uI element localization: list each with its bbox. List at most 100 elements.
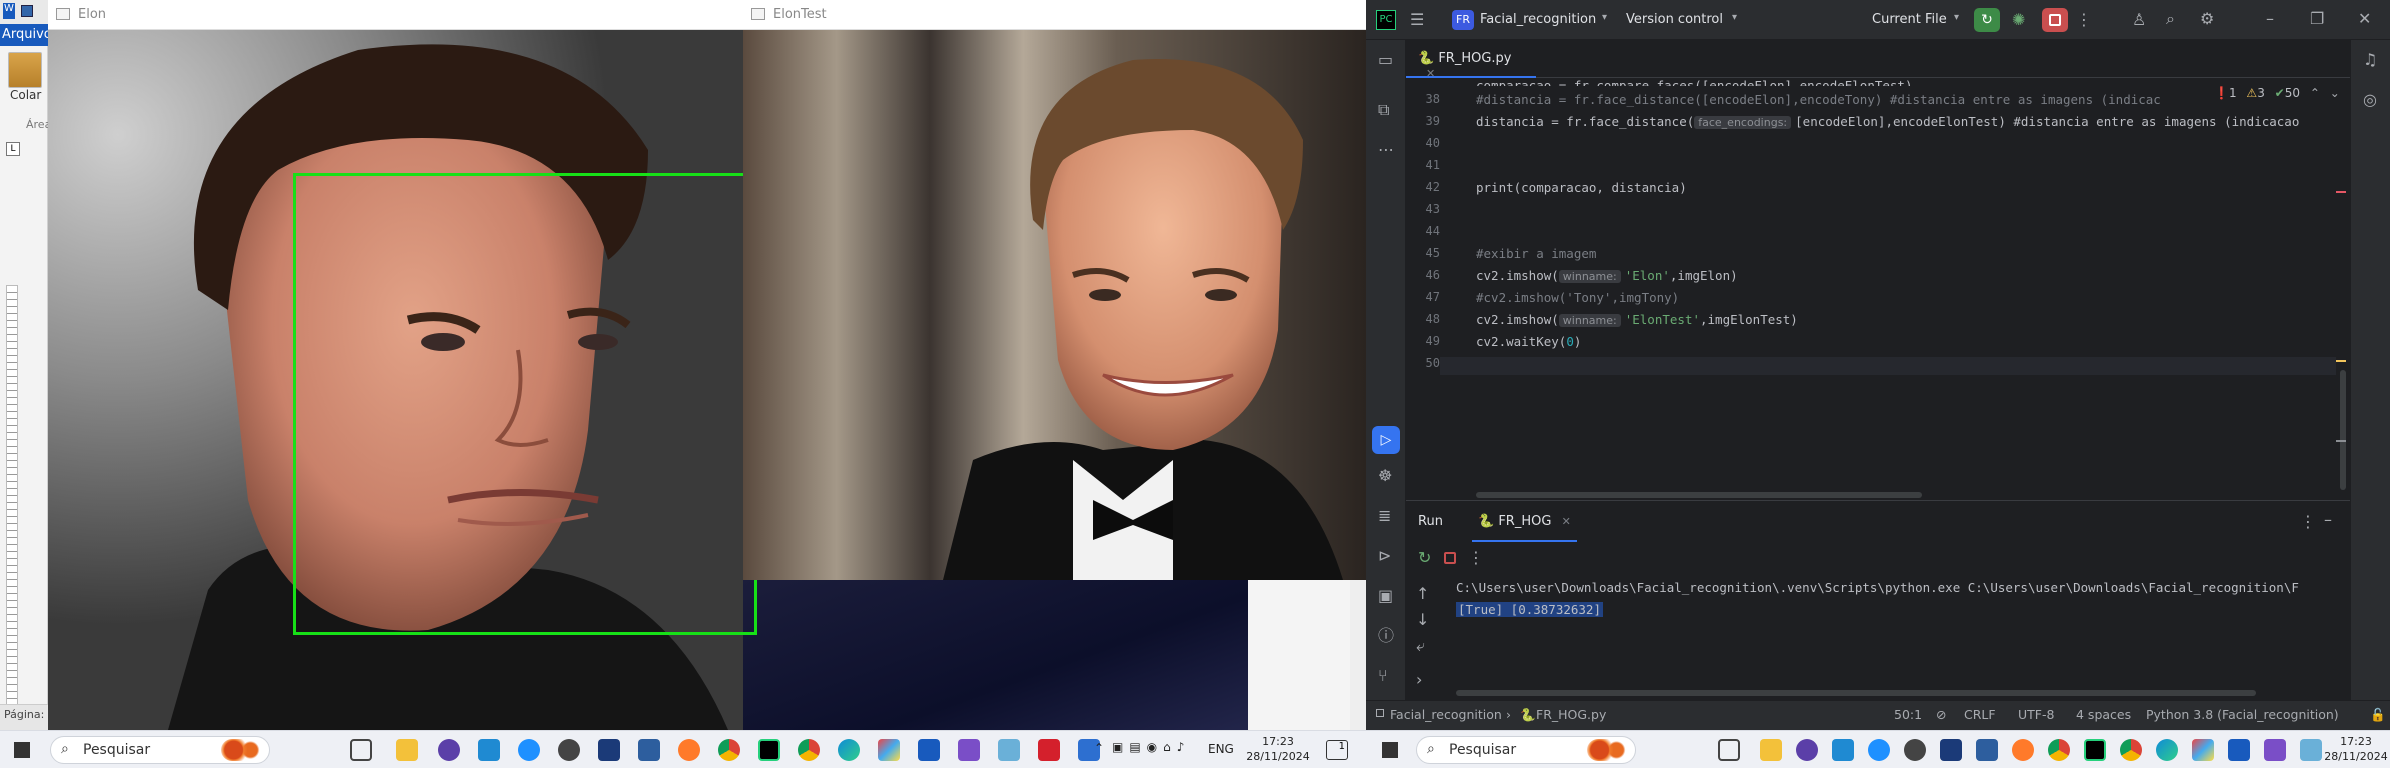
vscode-icon[interactable] bbox=[478, 739, 500, 761]
line-number[interactable]: 42 bbox=[1406, 180, 1440, 194]
line-number[interactable]: 38 bbox=[1406, 92, 1440, 106]
app-icon[interactable] bbox=[1796, 739, 1818, 761]
app-icon[interactable] bbox=[1940, 739, 1962, 761]
debug-icon[interactable]: ✺ bbox=[2012, 10, 2025, 29]
line-number[interactable]: 50 bbox=[1406, 356, 1440, 370]
code-line[interactable]: #distancia = fr.face_distance([encodeElo… bbox=[1476, 92, 2161, 107]
line-number[interactable]: 45 bbox=[1406, 246, 1440, 260]
chrome-icon[interactable] bbox=[2048, 739, 2070, 761]
line-number[interactable]: 46 bbox=[1406, 268, 1440, 282]
task-view-icon[interactable] bbox=[1718, 739, 1740, 761]
app-icon[interactable] bbox=[518, 739, 540, 761]
code-line[interactable]: cv2.waitKey(0) bbox=[1476, 334, 1581, 349]
more-run-options-icon[interactable]: ⋮ bbox=[1468, 550, 1484, 566]
notifications-bell-icon[interactable]: ♫ bbox=[2363, 52, 2377, 68]
app-icon[interactable] bbox=[2012, 739, 2034, 761]
terminal-icon[interactable]: ▣ bbox=[1378, 588, 1393, 604]
structure-icon[interactable]: ⧉ bbox=[1378, 102, 1389, 118]
tray-icons[interactable]: ▣▤◉⌂♪ bbox=[1112, 740, 1190, 754]
main-menu-icon[interactable]: ☰ bbox=[1410, 12, 1424, 28]
word-taskbar-icon[interactable] bbox=[2228, 739, 2250, 761]
file-explorer-icon[interactable] bbox=[1760, 739, 1782, 761]
close-icon[interactable]: ✕ bbox=[2358, 11, 2371, 27]
notification-center-icon[interactable]: 1 bbox=[1326, 740, 1348, 760]
app-icon[interactable] bbox=[438, 739, 460, 761]
windows-start-icon[interactable] bbox=[14, 742, 30, 758]
git-icon[interactable]: ⑂ bbox=[1378, 668, 1388, 684]
app-icon[interactable] bbox=[598, 739, 620, 761]
app-icon[interactable] bbox=[1868, 739, 1890, 761]
python-packages-icon[interactable]: ☸ bbox=[1378, 468, 1392, 484]
readonly-toggle-icon[interactable]: ⊘ bbox=[1936, 707, 1946, 722]
interpreter-selector[interactable]: Python 3.8 (Facial_recognition) bbox=[2146, 707, 2339, 722]
vcs-selector[interactable]: Version control bbox=[1626, 12, 1723, 27]
editor-vertical-scrollbar[interactable] bbox=[2340, 370, 2346, 490]
code-line[interactable]: print(comparacao, distancia) bbox=[1476, 180, 1687, 195]
acrobat-icon[interactable] bbox=[1038, 739, 1060, 761]
line-number[interactable]: 39 bbox=[1406, 114, 1440, 128]
scroll-down-icon[interactable]: ↓ bbox=[1416, 612, 1429, 628]
project-folder-icon[interactable]: ▭ bbox=[1378, 52, 1393, 68]
app-icon[interactable] bbox=[998, 739, 1020, 761]
word-logo-icon[interactable]: W bbox=[3, 3, 15, 19]
close-tab-icon[interactable]: ✕ bbox=[1562, 515, 1571, 528]
more-tools-icon[interactable]: ⋯ bbox=[1378, 142, 1394, 158]
app-icon[interactable] bbox=[638, 739, 660, 761]
breadcrumb-project[interactable]: Facial_recognition bbox=[1390, 707, 1502, 722]
indent-setting[interactable]: 4 spaces bbox=[2076, 707, 2131, 722]
pycharm-taskbar-icon[interactable] bbox=[758, 739, 780, 761]
tab-selector-button[interactable]: L bbox=[6, 142, 20, 156]
restore-icon[interactable]: ❐ bbox=[2310, 11, 2324, 27]
add-user-icon[interactable]: ♙ bbox=[2132, 12, 2146, 28]
tray-chevron-icon[interactable]: ⌃ bbox=[1094, 741, 1104, 755]
chrome-icon[interactable] bbox=[798, 739, 820, 761]
line-number[interactable]: 41 bbox=[1406, 158, 1440, 172]
visual-studio-icon[interactable] bbox=[958, 739, 980, 761]
vscode-icon[interactable] bbox=[1832, 739, 1854, 761]
breadcrumb-file[interactable]: FR_HOG.py bbox=[1536, 707, 1606, 722]
layers-icon[interactable]: ≣ bbox=[1378, 508, 1391, 524]
task-view-icon[interactable] bbox=[350, 739, 372, 761]
caret-position[interactable]: 50:1 bbox=[1894, 707, 1922, 722]
scroll-up-icon[interactable]: ↑ bbox=[1416, 586, 1429, 602]
edge-icon[interactable] bbox=[838, 739, 860, 761]
line-number[interactable]: 43 bbox=[1406, 202, 1440, 216]
rerun-button[interactable]: ↻ bbox=[1974, 8, 2000, 32]
line-separator[interactable]: CRLF bbox=[1964, 707, 1996, 722]
windows-start-icon[interactable] bbox=[1382, 742, 1398, 758]
app-icon[interactable] bbox=[1976, 739, 1998, 761]
line-number[interactable]: 49 bbox=[1406, 334, 1440, 348]
file-explorer-icon[interactable] bbox=[396, 739, 418, 761]
save-icon[interactable] bbox=[21, 5, 33, 17]
minimize-icon[interactable]: – bbox=[2266, 11, 2274, 27]
app-icon[interactable] bbox=[878, 739, 900, 761]
code-line[interactable]: cv2.imshow(winname: 'Elon',imgElon) bbox=[1476, 268, 1738, 283]
file-encoding[interactable]: UTF-8 bbox=[2018, 707, 2054, 722]
editor-horizontal-scrollbar[interactable] bbox=[1476, 492, 1922, 498]
chrome-icon[interactable] bbox=[2120, 739, 2142, 761]
ai-assistant-icon[interactable]: ◎ bbox=[2363, 92, 2377, 108]
app-icon[interactable] bbox=[2192, 739, 2214, 761]
inspection-widget[interactable]: ❗1 ⚠3 ✔50 ⌃ ⌄ bbox=[2210, 86, 2344, 100]
chrome-icon[interactable] bbox=[718, 739, 740, 761]
minimize-panel-icon[interactable]: – bbox=[2324, 512, 2332, 528]
paste-icon[interactable] bbox=[8, 52, 42, 88]
app-icon[interactable] bbox=[678, 739, 700, 761]
elontest-window-titlebar[interactable]: ElonTest bbox=[743, 0, 1366, 30]
chevron-up-icon[interactable]: ⌃ bbox=[2310, 86, 2320, 100]
more-actions-icon[interactable]: ⋮ bbox=[2076, 12, 2092, 28]
run-tool-icon[interactable]: ▷ bbox=[1372, 426, 1400, 454]
expand-icon[interactable]: › bbox=[1416, 672, 1422, 688]
soft-wrap-icon[interactable]: ⤶ bbox=[1416, 638, 1425, 654]
app-icon[interactable] bbox=[558, 739, 580, 761]
taskbar-clock[interactable]: 17:23 28/11/2024 bbox=[1246, 734, 1310, 764]
run-horizontal-scrollbar[interactable] bbox=[1456, 690, 2256, 696]
pycharm-taskbar-icon[interactable] bbox=[2084, 739, 2106, 761]
stop-button[interactable] bbox=[2042, 8, 2068, 32]
code-line[interactable]: #cv2.imshow('Tony',imgTony) bbox=[1476, 290, 1679, 305]
search-icon[interactable]: ⌕ bbox=[2166, 11, 2175, 27]
services-icon[interactable]: ⊳ bbox=[1378, 548, 1391, 564]
word-vertical-scrollbar[interactable] bbox=[1350, 580, 1366, 730]
taskbar-search-input[interactable]: ⌕ Pesquisar bbox=[1416, 736, 1636, 764]
language-indicator[interactable]: ENG bbox=[1208, 742, 1234, 756]
